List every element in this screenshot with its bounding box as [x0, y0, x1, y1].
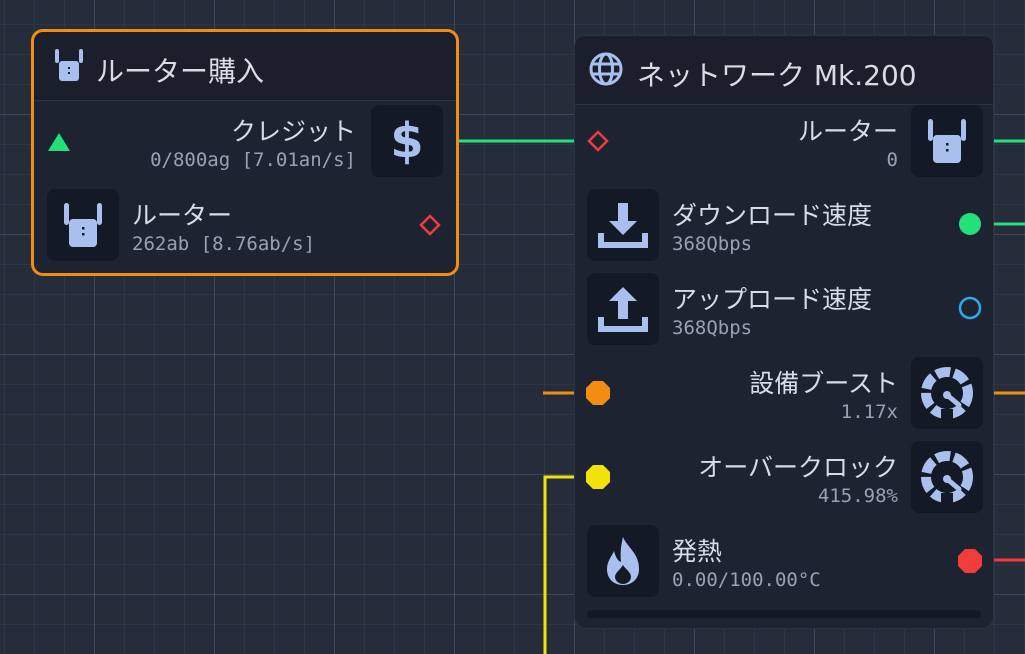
network-node[interactable]: ネットワーク Mk.200 ルーター 0 ダウンロード速度 368Qbps アッ… — [574, 35, 994, 629]
gauge-icon — [911, 441, 983, 513]
router-icon — [55, 49, 83, 81]
download-output-port[interactable] — [958, 212, 982, 236]
heat-label: 発熱 — [672, 537, 723, 566]
boost-label: 設備ブースト — [749, 369, 898, 398]
upload-value: 368Qbps — [672, 317, 753, 339]
router-input-port[interactable] — [587, 130, 609, 152]
heat-output-port[interactable] — [957, 548, 983, 574]
router-icon — [911, 105, 983, 177]
gauge-icon — [911, 357, 983, 429]
router-value: 262ab [8.76ab/s] — [132, 233, 316, 255]
upload-label: アップロード速度 — [672, 285, 873, 314]
overclock-label: オーバークロック — [698, 453, 898, 482]
router-label: ルーター — [797, 117, 898, 146]
router-icon — [47, 189, 119, 261]
node-title: ルーター購入 — [96, 55, 265, 88]
overclock-value: 415.98% — [817, 485, 898, 507]
svg-text:$: $ — [390, 113, 423, 169]
upload-icon — [587, 273, 659, 345]
router-value: 0 — [886, 149, 898, 171]
node-header[interactable]: ネットワーク Mk.200 — [575, 36, 993, 105]
flame-icon — [587, 525, 659, 597]
globe-icon — [589, 52, 623, 86]
boost-value: 1.17x — [840, 401, 898, 423]
download-icon — [587, 189, 659, 261]
overclock-input-port[interactable] — [585, 464, 611, 490]
router-output-port[interactable] — [419, 214, 441, 236]
node-header[interactable]: ルーター購入 — [34, 32, 456, 101]
router-label: ルーター — [132, 201, 233, 230]
credit-label: クレジット — [230, 117, 356, 146]
heat-progress-bar — [587, 610, 981, 618]
credit-value: 0/800ag [7.01an/s] — [150, 149, 356, 171]
download-value: 368Qbps — [672, 233, 753, 255]
node-title: ネットワーク Mk.200 — [637, 59, 917, 92]
download-label: ダウンロード速度 — [672, 201, 873, 230]
upload-output-port[interactable] — [958, 296, 982, 320]
wire-overclock-yellow — [543, 475, 575, 654]
credit-input-port[interactable] — [47, 131, 71, 153]
boost-input-port[interactable] — [585, 380, 611, 406]
router-purchase-node[interactable]: ルーター購入 クレジット 0/800ag [7.01an/s] $ ルーター 2… — [31, 29, 459, 276]
heat-value: 0.00/100.00°C — [672, 569, 821, 591]
dollar-icon: $ — [371, 105, 443, 177]
